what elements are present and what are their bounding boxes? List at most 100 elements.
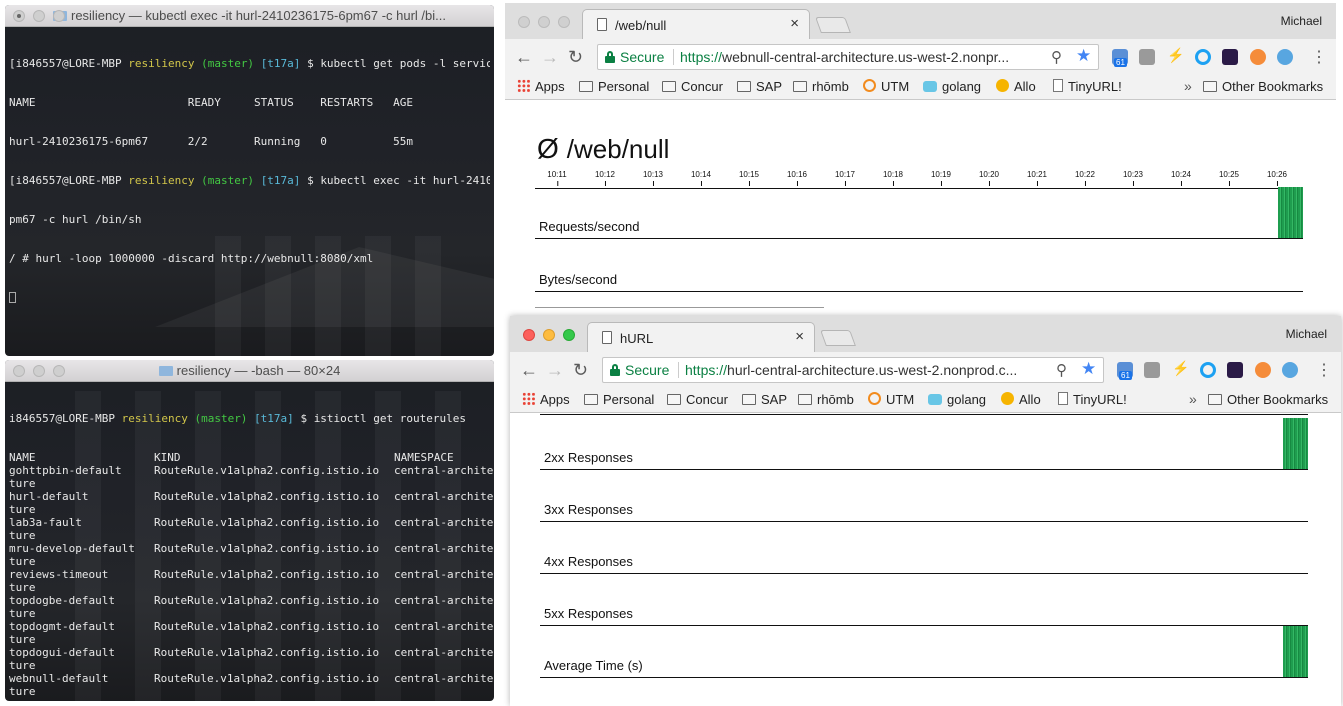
bookmark-apps[interactable]: Apps <box>517 79 565 94</box>
time-tick-label: 10:20 <box>978 170 1000 186</box>
zoom-window-icon[interactable] <box>558 16 570 28</box>
bookmark-concur[interactable]: Concur <box>662 79 723 94</box>
bookmark-tinyurl[interactable]: TinyURL! <box>1053 79 1122 94</box>
rule-name: topdogui-default <box>9 646 115 659</box>
extension-ring-icon[interactable] <box>1200 362 1216 378</box>
bookmark-allo[interactable]: Allo <box>996 79 1036 94</box>
extension-gear-icon[interactable] <box>1277 49 1293 65</box>
time-axis: 10:11 10:12 10:13 10:14 10:15 10:16 10:17 10:18… <box>535 170 1303 188</box>
rule-namespace: central-architec <box>394 568 494 581</box>
bookmarks-bar: Apps Personal Concur SAP rhōmb UTM golan… <box>505 74 1336 100</box>
rule-wrap: ture <box>9 555 36 568</box>
bookmark-personal[interactable]: Personal <box>584 392 654 407</box>
bookmark-sap[interactable]: SAP <box>742 392 787 407</box>
forward-arrow-icon[interactable]: → <box>541 47 559 68</box>
extension-gear-icon[interactable] <box>1282 362 1298 378</box>
bookmark-utm[interactable]: UTM <box>868 392 914 407</box>
bookmark-star-icon[interactable]: ★ <box>1081 359 1096 379</box>
more-bookmarks-chevron-icon[interactable]: » <box>1189 391 1197 407</box>
new-tab-button[interactable] <box>820 330 856 346</box>
terminal-titlebar[interactable]: resiliency — -bash — 80×24 <box>5 360 494 382</box>
tab-close-icon[interactable]: × <box>795 328 804 345</box>
time-tick-label: 10:18 <box>882 170 904 186</box>
reload-icon[interactable]: ↻ <box>573 360 588 381</box>
extension-bolt-icon[interactable]: ⚡ <box>1172 360 1189 376</box>
extension-flower-icon[interactable] <box>1222 49 1238 65</box>
close-window-icon[interactable] <box>518 16 530 28</box>
bookmark-concur[interactable]: Concur <box>667 392 728 407</box>
minimize-window-icon[interactable] <box>543 329 555 341</box>
bookmark-golang[interactable]: golang <box>928 392 986 407</box>
bookmark-allo[interactable]: Allo <box>1001 392 1041 407</box>
zoom-window-icon[interactable] <box>563 329 575 341</box>
time-tick-label: 10:15 <box>738 170 760 186</box>
metric-4xx-responses: 4xx Responses <box>540 522 1308 574</box>
tab-bar: /web/null × Michael <box>505 3 1336 39</box>
forward-arrow-icon[interactable]: → <box>546 360 564 381</box>
minimize-window-icon[interactable] <box>33 10 45 22</box>
terminal-titlebar[interactable]: resiliency — kubectl exec -it hurl-24102… <box>5 5 494 27</box>
bookmark-sap[interactable]: SAP <box>737 79 782 94</box>
extension-square-icon[interactable] <box>1144 362 1160 378</box>
zoom-icon[interactable]: ⚲ <box>1051 48 1062 66</box>
terminal-window-bash[interactable]: resiliency — -bash — 80×24 i846557@LORE-… <box>5 360 494 701</box>
metric-requests-per-second: Requests/second <box>535 187 1303 239</box>
close-window-icon[interactable] <box>523 329 535 341</box>
terminal-output[interactable]: i846557@LORE-MBP resiliency (master) [t1… <box>9 386 494 701</box>
close-window-icon[interactable] <box>13 365 25 377</box>
extension-orange-icon[interactable] <box>1255 362 1271 378</box>
time-tick-label: 10:12 <box>594 170 616 186</box>
extension-calendar-icon[interactable]: 61 <box>1112 49 1128 67</box>
back-arrow-icon[interactable]: ← <box>520 360 538 381</box>
profile-name[interactable]: Michael <box>1281 14 1322 28</box>
extension-orange-icon[interactable] <box>1250 49 1266 65</box>
metric-label: Bytes/second <box>539 272 618 287</box>
zoom-window-icon[interactable] <box>53 10 65 22</box>
bookmark-apps[interactable]: Apps <box>522 392 570 407</box>
terminal-title: resiliency — kubectl exec -it hurl-24102… <box>70 8 446 23</box>
terminal-window-kubectl[interactable]: resiliency — kubectl exec -it hurl-24102… <box>5 5 494 356</box>
folder-icon <box>742 394 756 405</box>
rule-kind: RouteRule.v1alpha2.config.istio.io <box>154 568 380 581</box>
extension-calendar-icon[interactable]: 61 <box>1117 362 1133 380</box>
bookmark-utm[interactable]: UTM <box>863 79 909 94</box>
folder-icon <box>1208 394 1222 405</box>
minimize-window-icon[interactable] <box>538 16 550 28</box>
menu-dots-icon[interactable]: ⋮ <box>1311 47 1327 67</box>
menu-dots-icon[interactable]: ⋮ <box>1316 360 1332 380</box>
reload-icon[interactable]: ↻ <box>568 47 583 68</box>
bookmark-rhomb[interactable]: rhōmb <box>798 392 854 407</box>
extension-ring-icon[interactable] <box>1195 49 1211 65</box>
bookmark-tinyurl[interactable]: TinyURL! <box>1058 392 1127 407</box>
hurl-page: 2xx Responses 3xx Responses 4xx Response… <box>510 413 1341 706</box>
extension-flower-icon[interactable] <box>1227 362 1243 378</box>
close-window-icon[interactable] <box>13 10 25 22</box>
bookmark-star-icon[interactable]: ★ <box>1076 46 1091 66</box>
rule-wrap: ture <box>9 503 36 516</box>
tab-webnull[interactable]: /web/null × <box>582 9 810 39</box>
terminal-output[interactable]: [i846557@LORE-MBP resiliency (master) [t… <box>9 31 490 356</box>
back-arrow-icon[interactable]: ← <box>515 47 533 68</box>
tab-close-icon[interactable]: × <box>790 15 799 32</box>
extension-square-icon[interactable] <box>1139 49 1155 65</box>
zoom-icon[interactable]: ⚲ <box>1056 361 1067 379</box>
address-bar[interactable]: Secure https://webnull-central-architect… <box>597 44 1099 70</box>
zoom-window-icon[interactable] <box>53 365 65 377</box>
new-tab-button[interactable] <box>815 17 851 33</box>
profile-name[interactable]: Michael <box>1286 327 1327 341</box>
more-bookmarks-chevron-icon[interactable]: » <box>1184 78 1192 94</box>
bookmark-other[interactable]: Other Bookmarks <box>1203 79 1323 94</box>
folder-icon <box>667 394 681 405</box>
address-bar[interactable]: Secure https://hurl-central-architecture… <box>602 357 1104 383</box>
extension-bolt-icon[interactable]: ⚡ <box>1167 47 1184 63</box>
bookmark-personal[interactable]: Personal <box>579 79 649 94</box>
time-tick-label: 10:21 <box>1026 170 1048 186</box>
tab-hurl[interactable]: hURL × <box>587 322 815 352</box>
bookmark-rhomb[interactable]: rhōmb <box>793 79 849 94</box>
bookmarks-bar: Apps Personal Concur SAP rhōmb UTM golan… <box>510 387 1341 413</box>
bookmark-golang[interactable]: golang <box>923 79 981 94</box>
bookmark-other[interactable]: Other Bookmarks <box>1208 392 1328 407</box>
browser-window-webnull[interactable]: /web/null × Michael ← → ↻ Secure https:/… <box>505 3 1336 308</box>
minimize-window-icon[interactable] <box>33 365 45 377</box>
browser-window-hurl[interactable]: hURL × Michael ← → ↻ Secure https://hurl… <box>510 316 1341 706</box>
